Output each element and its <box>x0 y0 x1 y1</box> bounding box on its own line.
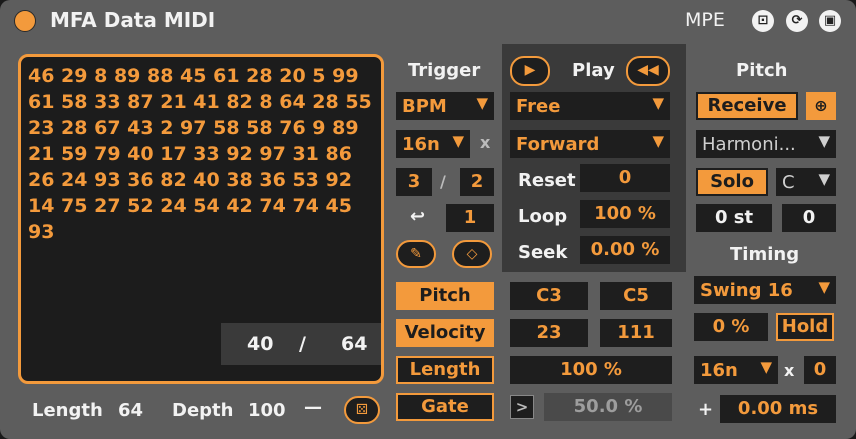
mpe-label: MPE <box>685 9 725 31</box>
play-icon[interactable]: ▶ <box>510 56 550 86</box>
play-direction-value: Forward <box>516 134 600 155</box>
target-pitch-button[interactable]: Pitch <box>396 282 494 310</box>
pitch-offset-value[interactable]: 0 <box>782 204 836 232</box>
hold-button[interactable]: Hold <box>776 313 834 341</box>
timing-x-label: x <box>784 361 795 380</box>
loop-arrow-icon: ↩ <box>410 206 426 227</box>
chevron-down-icon: ▼ <box>818 170 830 188</box>
reset-value[interactable]: 0 <box>580 164 670 192</box>
chevron-down-icon: ▼ <box>652 132 664 150</box>
play-mode-value: Free <box>516 96 561 117</box>
chevron-down-icon: ▼ <box>760 358 772 376</box>
pencil-icon[interactable]: ✎ <box>396 240 436 268</box>
seek-value[interactable]: 0.00 % <box>580 236 670 264</box>
depth-label: Depth <box>172 400 234 421</box>
pitch-min-value[interactable]: C3 <box>510 282 588 310</box>
sequence-panel[interactable]: 46 29 8 89 88 45 61 28 20 5 99 61 58 33 … <box>18 54 384 384</box>
target-length-button[interactable]: Length <box>396 356 494 384</box>
position-current: 40 <box>247 333 274 355</box>
semitone-value[interactable]: 0 st <box>696 204 772 232</box>
timing-plus-label: + <box>698 399 714 420</box>
chevron-down-icon: ▼ <box>818 278 830 296</box>
key-dropdown[interactable]: C ▼ <box>776 168 836 196</box>
gate-value[interactable]: 50.0 % <box>544 393 672 421</box>
length-label: Length <box>32 400 103 421</box>
eraser-icon[interactable]: ◇ <box>452 240 492 268</box>
play-header: Play <box>572 60 615 81</box>
swing-value: Swing 16 <box>700 280 793 301</box>
velocity-min-value[interactable]: 23 <box>510 319 588 347</box>
timing-ms-value[interactable]: 0.00 ms <box>720 395 836 423</box>
device: MFA Data MIDI MPE ⊡ ⟳ ▣ 46 29 8 89 88 45… <box>0 0 856 439</box>
play-direction-dropdown[interactable]: Forward ▼ <box>510 130 670 158</box>
scale-dropdown[interactable]: Harmoni... ▼ <box>696 130 836 158</box>
loop-label: Loop <box>518 206 568 227</box>
seek-label: Seek <box>518 242 568 263</box>
device-title: MFA Data MIDI <box>50 8 216 32</box>
timing-multiplier-value[interactable]: 0 <box>804 356 836 384</box>
swing-amount-value[interactable]: 0 % <box>694 313 768 341</box>
trigger-rate-dropdown[interactable]: 16n ▼ <box>396 130 470 158</box>
chevron-down-icon: ▼ <box>476 94 488 112</box>
reset-label: Reset <box>518 170 576 191</box>
refresh-icon[interactable]: ⟳ <box>786 10 808 32</box>
solo-button[interactable]: Solo <box>696 168 768 196</box>
depth-dash: — <box>304 397 322 418</box>
save-icon[interactable]: ▣ <box>819 10 841 32</box>
pitch-max-value[interactable]: C5 <box>600 282 672 310</box>
velocity-max-value[interactable]: 111 <box>600 319 672 347</box>
key-value: C <box>782 172 795 193</box>
position-separator: / <box>299 333 306 355</box>
chevron-down-icon: ▼ <box>652 94 664 112</box>
trigger-numerator[interactable]: 3 <box>396 168 432 196</box>
timing-header: Timing <box>730 244 800 265</box>
scale-value: Harmoni... <box>702 134 796 155</box>
trigger-x-label: x <box>480 133 491 152</box>
depth-value[interactable]: 100 <box>248 400 286 421</box>
loop-value[interactable]: 100 % <box>580 200 670 228</box>
title-bar: MFA Data MIDI MPE ⊡ ⟳ ▣ <box>0 0 856 42</box>
pitch-header: Pitch <box>736 60 788 81</box>
gate-arrow-button[interactable]: > <box>510 395 534 419</box>
length-range-value[interactable]: 100 % <box>510 356 672 384</box>
trigger-mode-value: BPM <box>402 96 447 117</box>
globe-icon[interactable]: ⊕ <box>806 92 836 120</box>
chevron-down-icon: ▼ <box>452 132 464 150</box>
device-power-button[interactable] <box>14 10 36 32</box>
swing-dropdown[interactable]: Swing 16 ▼ <box>694 276 836 304</box>
timing-rate-value: 16n <box>700 360 738 381</box>
position-display: 40 / 64 <box>221 323 381 365</box>
trigger-loop-value[interactable]: 1 <box>446 204 494 232</box>
sequence-values[interactable]: 46 29 8 89 88 45 61 28 20 5 99 61 58 33 … <box>28 63 378 245</box>
position-total: 64 <box>341 333 368 355</box>
trigger-header: Trigger <box>408 60 481 81</box>
target-velocity-button[interactable]: Velocity <box>396 319 494 347</box>
receive-button[interactable]: Receive <box>696 92 798 120</box>
rewind-icon[interactable]: ◀◀ <box>626 56 670 86</box>
loop-icon[interactable]: ⊡ <box>752 10 774 32</box>
dice-icon[interactable]: ⚄ <box>344 396 380 424</box>
trigger-denominator[interactable]: 2 <box>460 168 494 196</box>
target-gate-button[interactable]: Gate <box>396 393 494 421</box>
timing-rate-dropdown[interactable]: 16n ▼ <box>694 356 778 384</box>
trigger-slash: / <box>440 172 446 191</box>
chevron-down-icon: ▼ <box>818 132 830 150</box>
length-value[interactable]: 64 <box>118 400 143 421</box>
trigger-rate-value: 16n <box>402 134 440 155</box>
trigger-mode-dropdown[interactable]: BPM ▼ <box>396 92 494 120</box>
play-mode-dropdown[interactable]: Free ▼ <box>510 92 670 120</box>
